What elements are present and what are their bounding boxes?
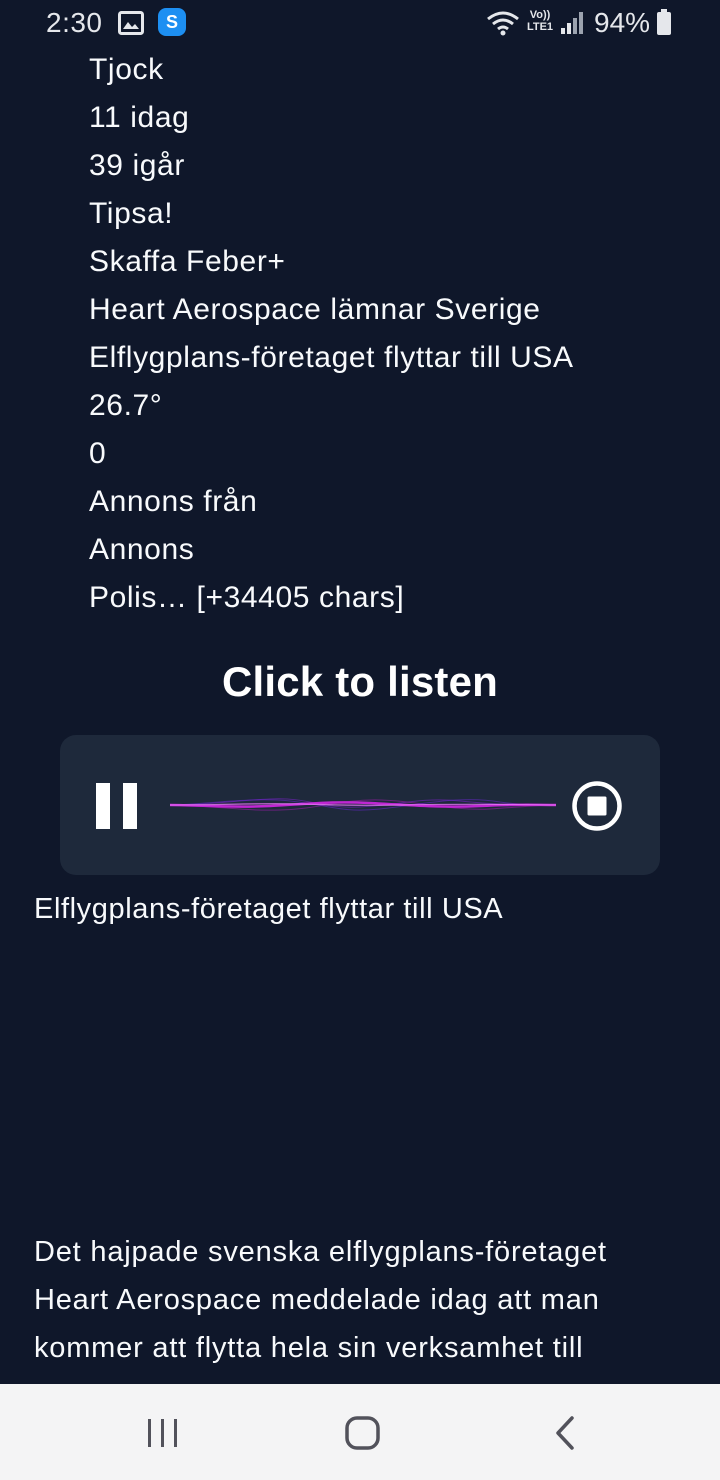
- content-line: Polis… [+34405 chars]: [89, 581, 405, 614]
- lte-icon: Vo)) LTE1: [522, 9, 558, 37]
- battery-percentage: 94%: [594, 7, 651, 38]
- article-line: kommer att flytta hela sin verksamhet ti…: [34, 1332, 584, 1364]
- content-line: Tipsa!: [89, 197, 174, 230]
- content-line: Skaffa Feber+: [89, 245, 286, 278]
- volte-label: Vo)): [529, 9, 551, 21]
- home-icon[interactable]: [344, 1415, 382, 1451]
- article-line: Det hajpade svenska elflygplans-företage…: [34, 1236, 607, 1268]
- pause-button[interactable]: [90, 779, 142, 831]
- pause-icon: [96, 783, 110, 829]
- content-line: Elflygplans-företaget flyttar till USA: [89, 341, 574, 374]
- content-line: 11 idag: [89, 101, 190, 134]
- stop-button[interactable]: [570, 779, 624, 833]
- content-line: Annons: [89, 533, 195, 566]
- article-body: Det hajpade svenska elflygplans-företage…: [34, 1228, 694, 1372]
- content-line: Annons från: [89, 485, 258, 518]
- content-line: Heart Aerospace lämnar Sverige: [89, 293, 541, 326]
- stop-icon: [587, 796, 607, 816]
- pause-icon: [123, 783, 137, 829]
- content-line: 39 igår: [89, 149, 185, 182]
- status-time: 2:30: [46, 7, 103, 38]
- signal-strength-icon: [561, 12, 583, 34]
- gallery-notification-icon: [118, 11, 144, 35]
- content-text-list: Tjock 11 idag 39 igår Tipsa! Skaffa Febe…: [89, 50, 709, 626]
- app-notification-icon: S: [158, 8, 186, 36]
- wifi-icon: [487, 11, 519, 36]
- audio-player: [60, 735, 660, 875]
- content-line: Tjock: [89, 53, 164, 86]
- content-line: 0: [89, 437, 107, 470]
- status-bar: 2:30 S Vo)) LTE1 94%: [0, 0, 720, 48]
- system-navigation-bar: [0, 1384, 720, 1480]
- lte-label: LTE1: [526, 21, 554, 33]
- article-subtitle: Elflygplans-företaget flyttar till USA: [34, 893, 504, 925]
- article-line: Heart Aerospace meddelade idag att man: [34, 1284, 600, 1316]
- listen-heading: Click to listen: [221, 658, 499, 705]
- audio-waveform[interactable]: [170, 775, 556, 835]
- battery-icon: [657, 9, 671, 35]
- recent-apps-icon[interactable]: [145, 1417, 181, 1449]
- back-icon[interactable]: [550, 1416, 580, 1450]
- content-line: 26.7°: [89, 389, 163, 422]
